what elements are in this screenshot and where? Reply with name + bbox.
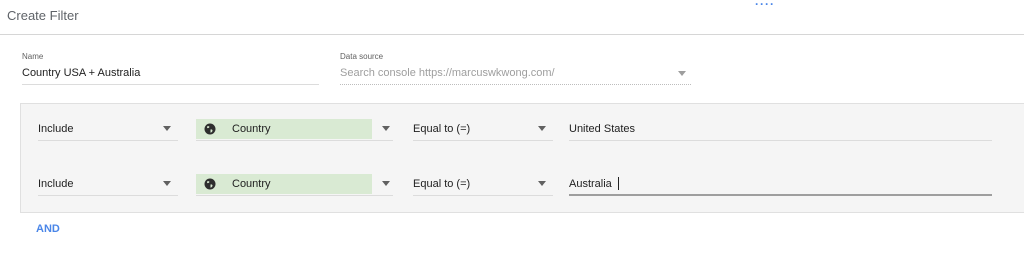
chevron-down-icon[interactable] (382, 181, 390, 186)
loading-indicator: ···· (755, 0, 775, 11)
dimension-chip-label: Country (232, 178, 271, 190)
name-input-underline (22, 84, 319, 85)
include-select[interactable]: Include (38, 178, 73, 190)
operator-select-underline (413, 140, 553, 141)
dimension-chip-label: Country (232, 123, 271, 135)
globe-icon (204, 178, 216, 190)
include-select-underline (38, 140, 178, 141)
include-select[interactable]: Include (38, 123, 73, 135)
dialog-header: Create Filter ···· (0, 0, 1024, 35)
chevron-down-icon[interactable] (538, 181, 546, 186)
name-input[interactable]: Country USA + Australia (22, 67, 140, 79)
add-and-condition-button[interactable]: AND (36, 223, 60, 235)
dimension-select-underline (196, 140, 393, 141)
condition-value-input[interactable]: Australia (569, 178, 612, 190)
chevron-down-icon[interactable] (382, 126, 390, 131)
condition-value-input[interactable]: United States (569, 123, 635, 135)
operator-select[interactable]: Equal to (=) (413, 123, 470, 135)
globe-icon (204, 123, 216, 135)
filter-conditions-panel: Include Country Equal to (=) United Stat… (20, 103, 1024, 213)
dimension-select-underline (196, 195, 393, 196)
operator-select-underline (413, 195, 553, 196)
dialog-title: Create Filter (7, 8, 79, 23)
condition-value-underline (569, 140, 992, 141)
include-select-underline (38, 195, 178, 196)
data-source-underline (340, 84, 691, 85)
data-source-select[interactable]: Search console https://marcuswkwong.com/ (340, 67, 555, 79)
dimension-chip[interactable]: Country (196, 119, 372, 139)
operator-select[interactable]: Equal to (=) (413, 178, 470, 190)
dimension-chip[interactable]: Country (196, 174, 372, 194)
chevron-down-icon[interactable] (678, 71, 686, 76)
chevron-down-icon[interactable] (163, 181, 171, 186)
condition-value-underline-active (569, 194, 992, 196)
data-source-label: Data source (340, 52, 384, 61)
name-field-label: Name (22, 52, 44, 61)
chevron-down-icon[interactable] (163, 126, 171, 131)
text-cursor (618, 177, 619, 190)
chevron-down-icon[interactable] (538, 126, 546, 131)
